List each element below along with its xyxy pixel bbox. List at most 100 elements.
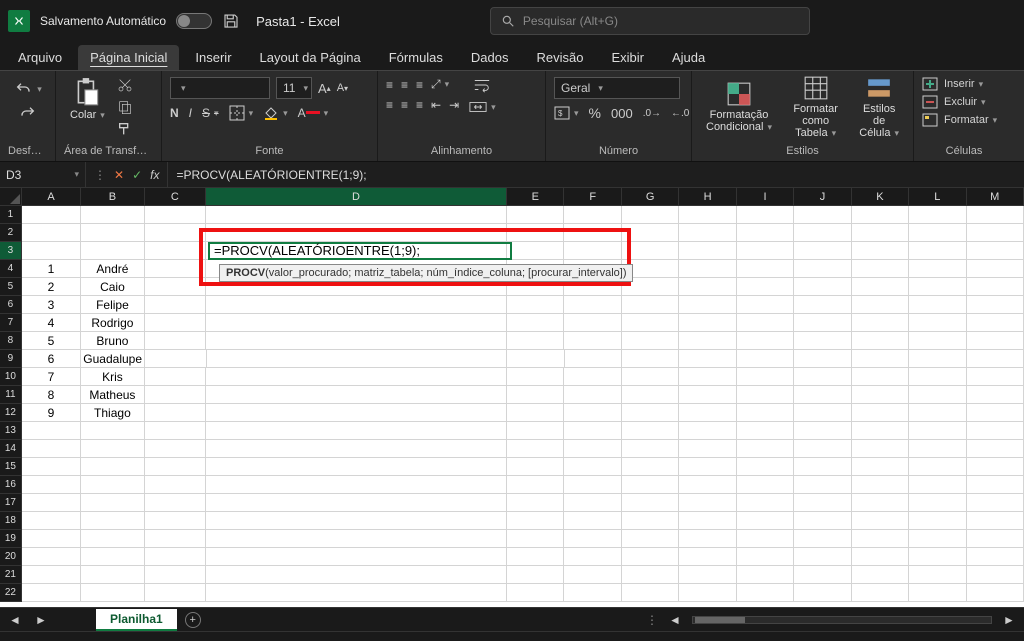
col-header-F[interactable]: F [564,188,621,206]
cell[interactable] [145,404,206,422]
cell[interactable] [852,350,909,368]
cell[interactable] [507,242,564,260]
cell[interactable] [852,566,909,584]
cell[interactable] [852,278,909,296]
cell[interactable] [145,422,206,440]
cell[interactable] [679,224,736,242]
cell[interactable] [145,206,206,224]
cell[interactable] [145,386,206,404]
cell[interactable]: Guadalupe [81,350,145,368]
cell[interactable] [967,404,1024,422]
cell[interactable] [622,530,679,548]
cell[interactable] [794,332,851,350]
cell[interactable] [145,260,206,278]
cell[interactable] [794,512,851,530]
cell[interactable]: 9 [22,404,81,422]
cell[interactable] [206,386,507,404]
cell[interactable] [145,494,206,512]
cell[interactable] [909,404,966,422]
cell[interactable] [507,548,564,566]
conditional-formatting-button[interactable]: Formatação Condicional [700,79,778,135]
cell[interactable]: 3 [22,296,81,314]
cell[interactable] [206,584,507,602]
cell[interactable] [507,566,564,584]
cell[interactable] [679,332,736,350]
cell[interactable] [679,278,736,296]
wrap-text-icon[interactable] [469,77,496,93]
row-header[interactable]: 4 [0,260,22,278]
tab-help[interactable]: Ajuda [660,45,717,70]
cell[interactable] [909,278,966,296]
cell[interactable] [622,332,679,350]
cell[interactable] [737,242,794,260]
cell[interactable] [207,350,508,368]
formula-input[interactable] [168,162,1024,187]
cell[interactable] [145,350,206,368]
cell[interactable] [81,206,144,224]
cell[interactable] [81,242,144,260]
cell[interactable] [622,548,679,566]
row-header[interactable]: 11 [0,386,22,404]
cell[interactable] [737,476,794,494]
cell[interactable] [622,386,679,404]
cell[interactable]: 5 [22,332,81,350]
format-painter-icon[interactable] [117,121,133,137]
cell[interactable] [206,368,507,386]
cell[interactable] [206,494,507,512]
font-color-button[interactable]: A [298,106,329,120]
cell[interactable] [81,224,144,242]
cell[interactable] [145,512,206,530]
sheet-nav-next[interactable]: ► [32,613,50,627]
cut-icon[interactable] [117,77,133,93]
cell[interactable] [737,494,794,512]
cell[interactable] [737,566,794,584]
cell[interactable] [679,350,736,368]
cell[interactable] [967,332,1024,350]
cell[interactable] [967,368,1024,386]
row-header[interactable]: 22 [0,584,22,602]
cell[interactable] [564,566,621,584]
borders-button[interactable] [229,105,254,121]
tab-data[interactable]: Dados [459,45,521,70]
row-header[interactable]: 15 [0,458,22,476]
cell[interactable] [679,458,736,476]
cell[interactable] [145,278,206,296]
cell[interactable] [909,386,966,404]
cell[interactable] [679,386,736,404]
tab-page-layout[interactable]: Layout da Página [248,45,373,70]
cell[interactable] [564,386,621,404]
tab-view[interactable]: Exibir [599,45,656,70]
cell[interactable] [909,476,966,494]
col-header-H[interactable]: H [679,188,736,206]
cell[interactable] [145,224,206,242]
cell[interactable] [564,296,621,314]
cell[interactable] [794,296,851,314]
cell[interactable] [22,242,81,260]
cell[interactable] [507,314,564,332]
cell[interactable] [622,494,679,512]
cell[interactable] [737,296,794,314]
cell[interactable] [145,530,206,548]
cell[interactable] [737,314,794,332]
cell[interactable] [679,494,736,512]
cell-editing-text[interactable]: =PROCV(ALEATÓRIOENTRE(1;9); [214,243,420,258]
add-sheet-button[interactable]: + [185,612,201,628]
cell[interactable] [852,260,909,278]
cell[interactable] [852,242,909,260]
cell[interactable] [81,458,144,476]
cell[interactable] [852,296,909,314]
cell[interactable] [622,296,679,314]
cell[interactable] [737,422,794,440]
number-format-select[interactable]: Geral [554,77,680,99]
tab-file[interactable]: Arquivo [6,45,74,70]
cell[interactable] [794,584,851,602]
cell[interactable] [564,242,621,260]
cell[interactable] [81,530,144,548]
cell[interactable] [967,566,1024,584]
col-header-C[interactable]: C [145,188,206,206]
horizontal-scrollbar[interactable] [692,616,992,624]
cell[interactable] [206,404,507,422]
cell[interactable] [622,458,679,476]
row-header[interactable]: 7 [0,314,22,332]
cell[interactable] [794,548,851,566]
